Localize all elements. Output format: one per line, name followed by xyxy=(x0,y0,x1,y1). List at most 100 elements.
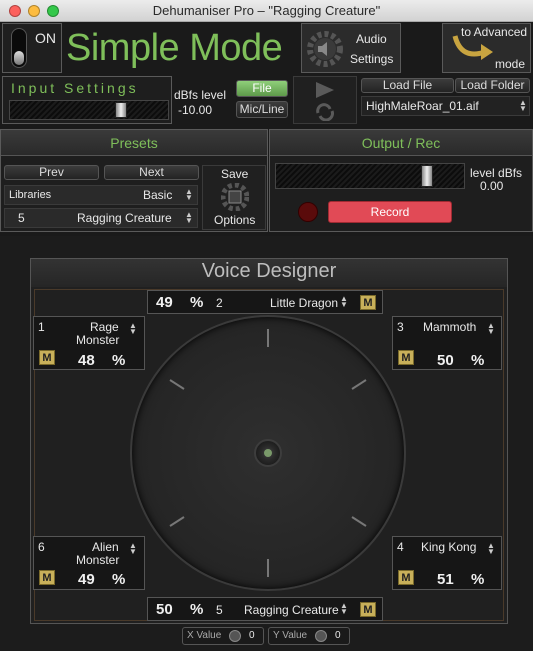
input-level-label: dBfs level xyxy=(174,88,227,102)
advanced-line2: mode xyxy=(495,57,526,71)
next-preset-button[interactable]: Next xyxy=(104,165,199,180)
slot-br-name: King Kong xyxy=(421,540,477,554)
xy-pad-cursor[interactable] xyxy=(254,439,282,467)
mode-title: Simple Mode xyxy=(66,27,283,69)
slot-bottom-num: 5 xyxy=(216,603,223,617)
slot-top-pct: 49 xyxy=(156,294,173,311)
options-label: Options xyxy=(214,213,256,227)
play-icon[interactable] xyxy=(314,81,336,99)
xy-pad[interactable] xyxy=(130,315,406,591)
slot-tr-m-button[interactable]: M xyxy=(398,350,414,365)
preset-select[interactable]: 5 Ragging Creature ▲ ▼ xyxy=(4,208,198,228)
output-level-value: 0.00 xyxy=(480,179,504,193)
slot-tr-arrows-icon[interactable]: ▲ ▼ xyxy=(487,322,495,336)
power-panel: ON xyxy=(2,23,62,73)
file-select[interactable]: HighMaleRoar_01.aif ▲ ▼ xyxy=(361,96,530,116)
slot-tl-name-line1: Rage xyxy=(90,320,119,334)
slot-br-m-button[interactable]: M xyxy=(398,570,414,585)
y-knob-icon[interactable] xyxy=(315,630,327,642)
slot-top-arrows-icon[interactable]: ▲ ▼ xyxy=(340,295,348,309)
slot-top-m-button[interactable]: M xyxy=(360,295,376,310)
output-level-thumb[interactable] xyxy=(421,165,433,187)
preset-arrows-icon: ▲ ▼ xyxy=(185,210,193,225)
audio-settings-button[interactable]: Audio Settings xyxy=(301,23,401,73)
voice-designer-title: Voice Designer xyxy=(201,260,337,282)
advanced-mode-button[interactable]: to Advanced mode xyxy=(442,23,531,73)
slot-bl-pct: 49 xyxy=(78,571,95,588)
preset-name: Ragging Creature xyxy=(77,211,172,225)
slot-bottom-name: Ragging Creature xyxy=(244,603,339,617)
presets-panel: Presets Prev Next Save Options Libraries… xyxy=(0,129,268,232)
slot-tl-name-line2: Monster xyxy=(76,333,120,347)
power-toggle[interactable] xyxy=(11,28,27,68)
x-value-label: X Value xyxy=(187,630,222,641)
slot-tr-name: Mammoth xyxy=(423,320,477,334)
audio-settings-line2: Settings xyxy=(350,52,394,66)
slot-bl-m-button[interactable]: M xyxy=(39,570,55,585)
slot-bottom-unit: % xyxy=(190,601,204,618)
transport-box xyxy=(293,76,357,124)
mic-line-source-button[interactable]: Mic/Line xyxy=(236,101,288,118)
window-titlebar: Dehumaniser Pro – "Ragging Creature" xyxy=(0,0,533,22)
preset-number: 5 xyxy=(18,211,25,225)
slot-tl-unit: % xyxy=(112,352,126,369)
slot-br-arrows-icon[interactable]: ▲ ▼ xyxy=(487,542,495,556)
record-button[interactable]: Record xyxy=(328,201,452,223)
slot-bottom-arrows-icon[interactable]: ▲ ▼ xyxy=(340,602,348,616)
slot-tl-pct: 48 xyxy=(78,352,95,369)
output-title: Output / Rec xyxy=(361,135,441,151)
slot-tl-arrows-icon[interactable]: ▲ ▼ xyxy=(129,322,137,336)
libraries-arrows-icon: ▲ ▼ xyxy=(185,187,193,202)
presets-title: Presets xyxy=(110,135,158,151)
advanced-line1: to Advanced xyxy=(461,25,528,39)
slot-bottom-m-button[interactable]: M xyxy=(360,602,376,617)
slot-tl-m-button[interactable]: M xyxy=(39,350,55,365)
slot-bl-arrows-icon[interactable]: ▲ ▼ xyxy=(129,542,137,556)
voice-slot-bottom[interactable]: 50 % 5 Ragging Creature ▲ ▼ M xyxy=(147,597,383,621)
output-level-slider[interactable] xyxy=(275,163,465,189)
y-value: 0 xyxy=(335,630,341,641)
input-level-slider[interactable] xyxy=(9,100,169,120)
slot-bottom-pct: 50 xyxy=(156,601,173,618)
save-options-box[interactable]: Save Options xyxy=(202,165,266,230)
libraries-label: Libraries xyxy=(9,189,52,201)
xy-pad-cursor-dot xyxy=(264,449,272,457)
file-name: HighMaleRoar_01.aif xyxy=(366,99,479,113)
voice-slot-top-left[interactable]: 1 Rage Monster ▲ ▼ M 48 % xyxy=(33,316,145,370)
load-file-button[interactable]: Load File xyxy=(361,78,454,93)
x-knob-icon[interactable] xyxy=(229,630,241,642)
load-folder-button[interactable]: Load Folder xyxy=(455,78,530,93)
output-level-label: level dBfs xyxy=(470,166,523,180)
audio-settings-line1: Audio xyxy=(356,32,387,46)
voice-slot-top-right[interactable]: 3 Mammoth ▲ ▼ M 50 % xyxy=(392,316,502,370)
slot-bl-name-line2: Monster xyxy=(76,553,120,567)
speaker-gear-icon xyxy=(307,31,343,67)
voice-slot-top[interactable]: 49 % 2 Little Dragon ▲ ▼ M xyxy=(147,290,383,314)
x-value-box[interactable]: X Value 0 xyxy=(182,627,264,645)
x-value: 0 xyxy=(249,630,255,641)
prev-preset-button[interactable]: Prev xyxy=(4,165,99,180)
y-value-label: Y Value xyxy=(273,630,308,641)
file-source-button[interactable]: File xyxy=(236,80,288,97)
save-disk-icon xyxy=(221,183,249,211)
slot-tr-unit: % xyxy=(471,352,485,369)
power-toggle-knob xyxy=(14,51,24,65)
slot-bl-num: 6 xyxy=(38,540,45,554)
input-level-thumb[interactable] xyxy=(115,102,127,118)
slot-top-num: 2 xyxy=(216,296,223,310)
libraries-value: Basic xyxy=(143,188,173,202)
loop-icon[interactable] xyxy=(314,103,336,121)
slot-br-pct: 51 xyxy=(437,571,454,588)
y-value-box[interactable]: Y Value 0 xyxy=(268,627,350,645)
libraries-select[interactable]: Libraries Basic ▲ ▼ xyxy=(4,185,198,205)
input-settings-title: Input Settings xyxy=(11,80,139,96)
voice-slot-bottom-left[interactable]: 6 Alien Monster ▲ ▼ M 49 % xyxy=(33,536,145,590)
slot-br-unit: % xyxy=(471,571,485,588)
voice-slot-bottom-right[interactable]: 4 King Kong ▲ ▼ M 51 % xyxy=(392,536,502,590)
input-settings-panel: Input Settings xyxy=(2,76,172,124)
output-panel: Output / Rec level dBfs 0.00 Record xyxy=(269,129,533,232)
slot-br-num: 4 xyxy=(397,540,404,554)
slot-tl-num: 1 xyxy=(38,320,45,334)
save-label: Save xyxy=(221,167,249,181)
slot-tr-num: 3 xyxy=(397,320,404,334)
